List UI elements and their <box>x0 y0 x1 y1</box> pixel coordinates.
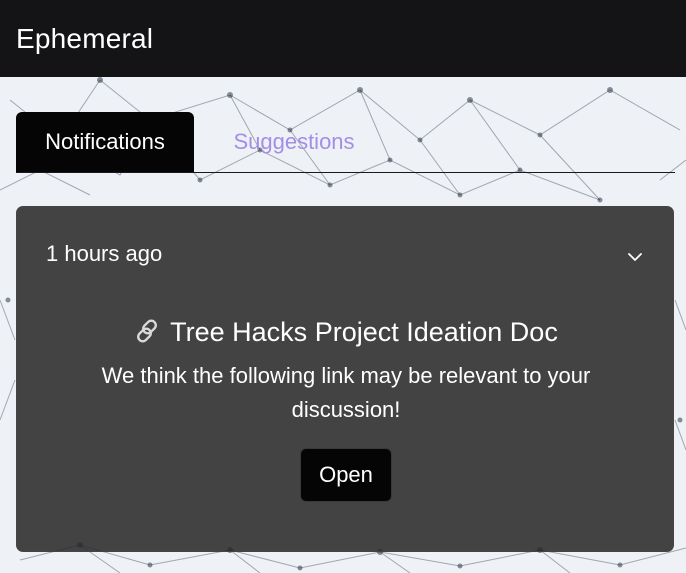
link-icon <box>137 319 158 343</box>
app-title: Ephemeral <box>16 22 154 54</box>
notification-message: We think the following link may be relev… <box>101 363 591 422</box>
open-button[interactable]: Open <box>300 448 392 502</box>
notification-title-row: Tree Hacks Project Ideation Doc <box>17 317 675 348</box>
tab-bar: Notifications Suggestions <box>16 112 675 173</box>
notification-card: 1 hours ago Tree Hacks Project Ideation … <box>16 206 674 552</box>
notification-title: Tree Hacks Project Ideation Doc <box>170 317 558 347</box>
tab-suggestions[interactable]: Suggestions <box>206 112 382 172</box>
top-navbar: Ephemeral <box>0 0 686 77</box>
notification-timestamp: 1 hours ago <box>46 241 163 266</box>
tab-notifications[interactable]: Notifications <box>16 112 194 172</box>
chevron-down-icon[interactable] <box>625 247 645 267</box>
